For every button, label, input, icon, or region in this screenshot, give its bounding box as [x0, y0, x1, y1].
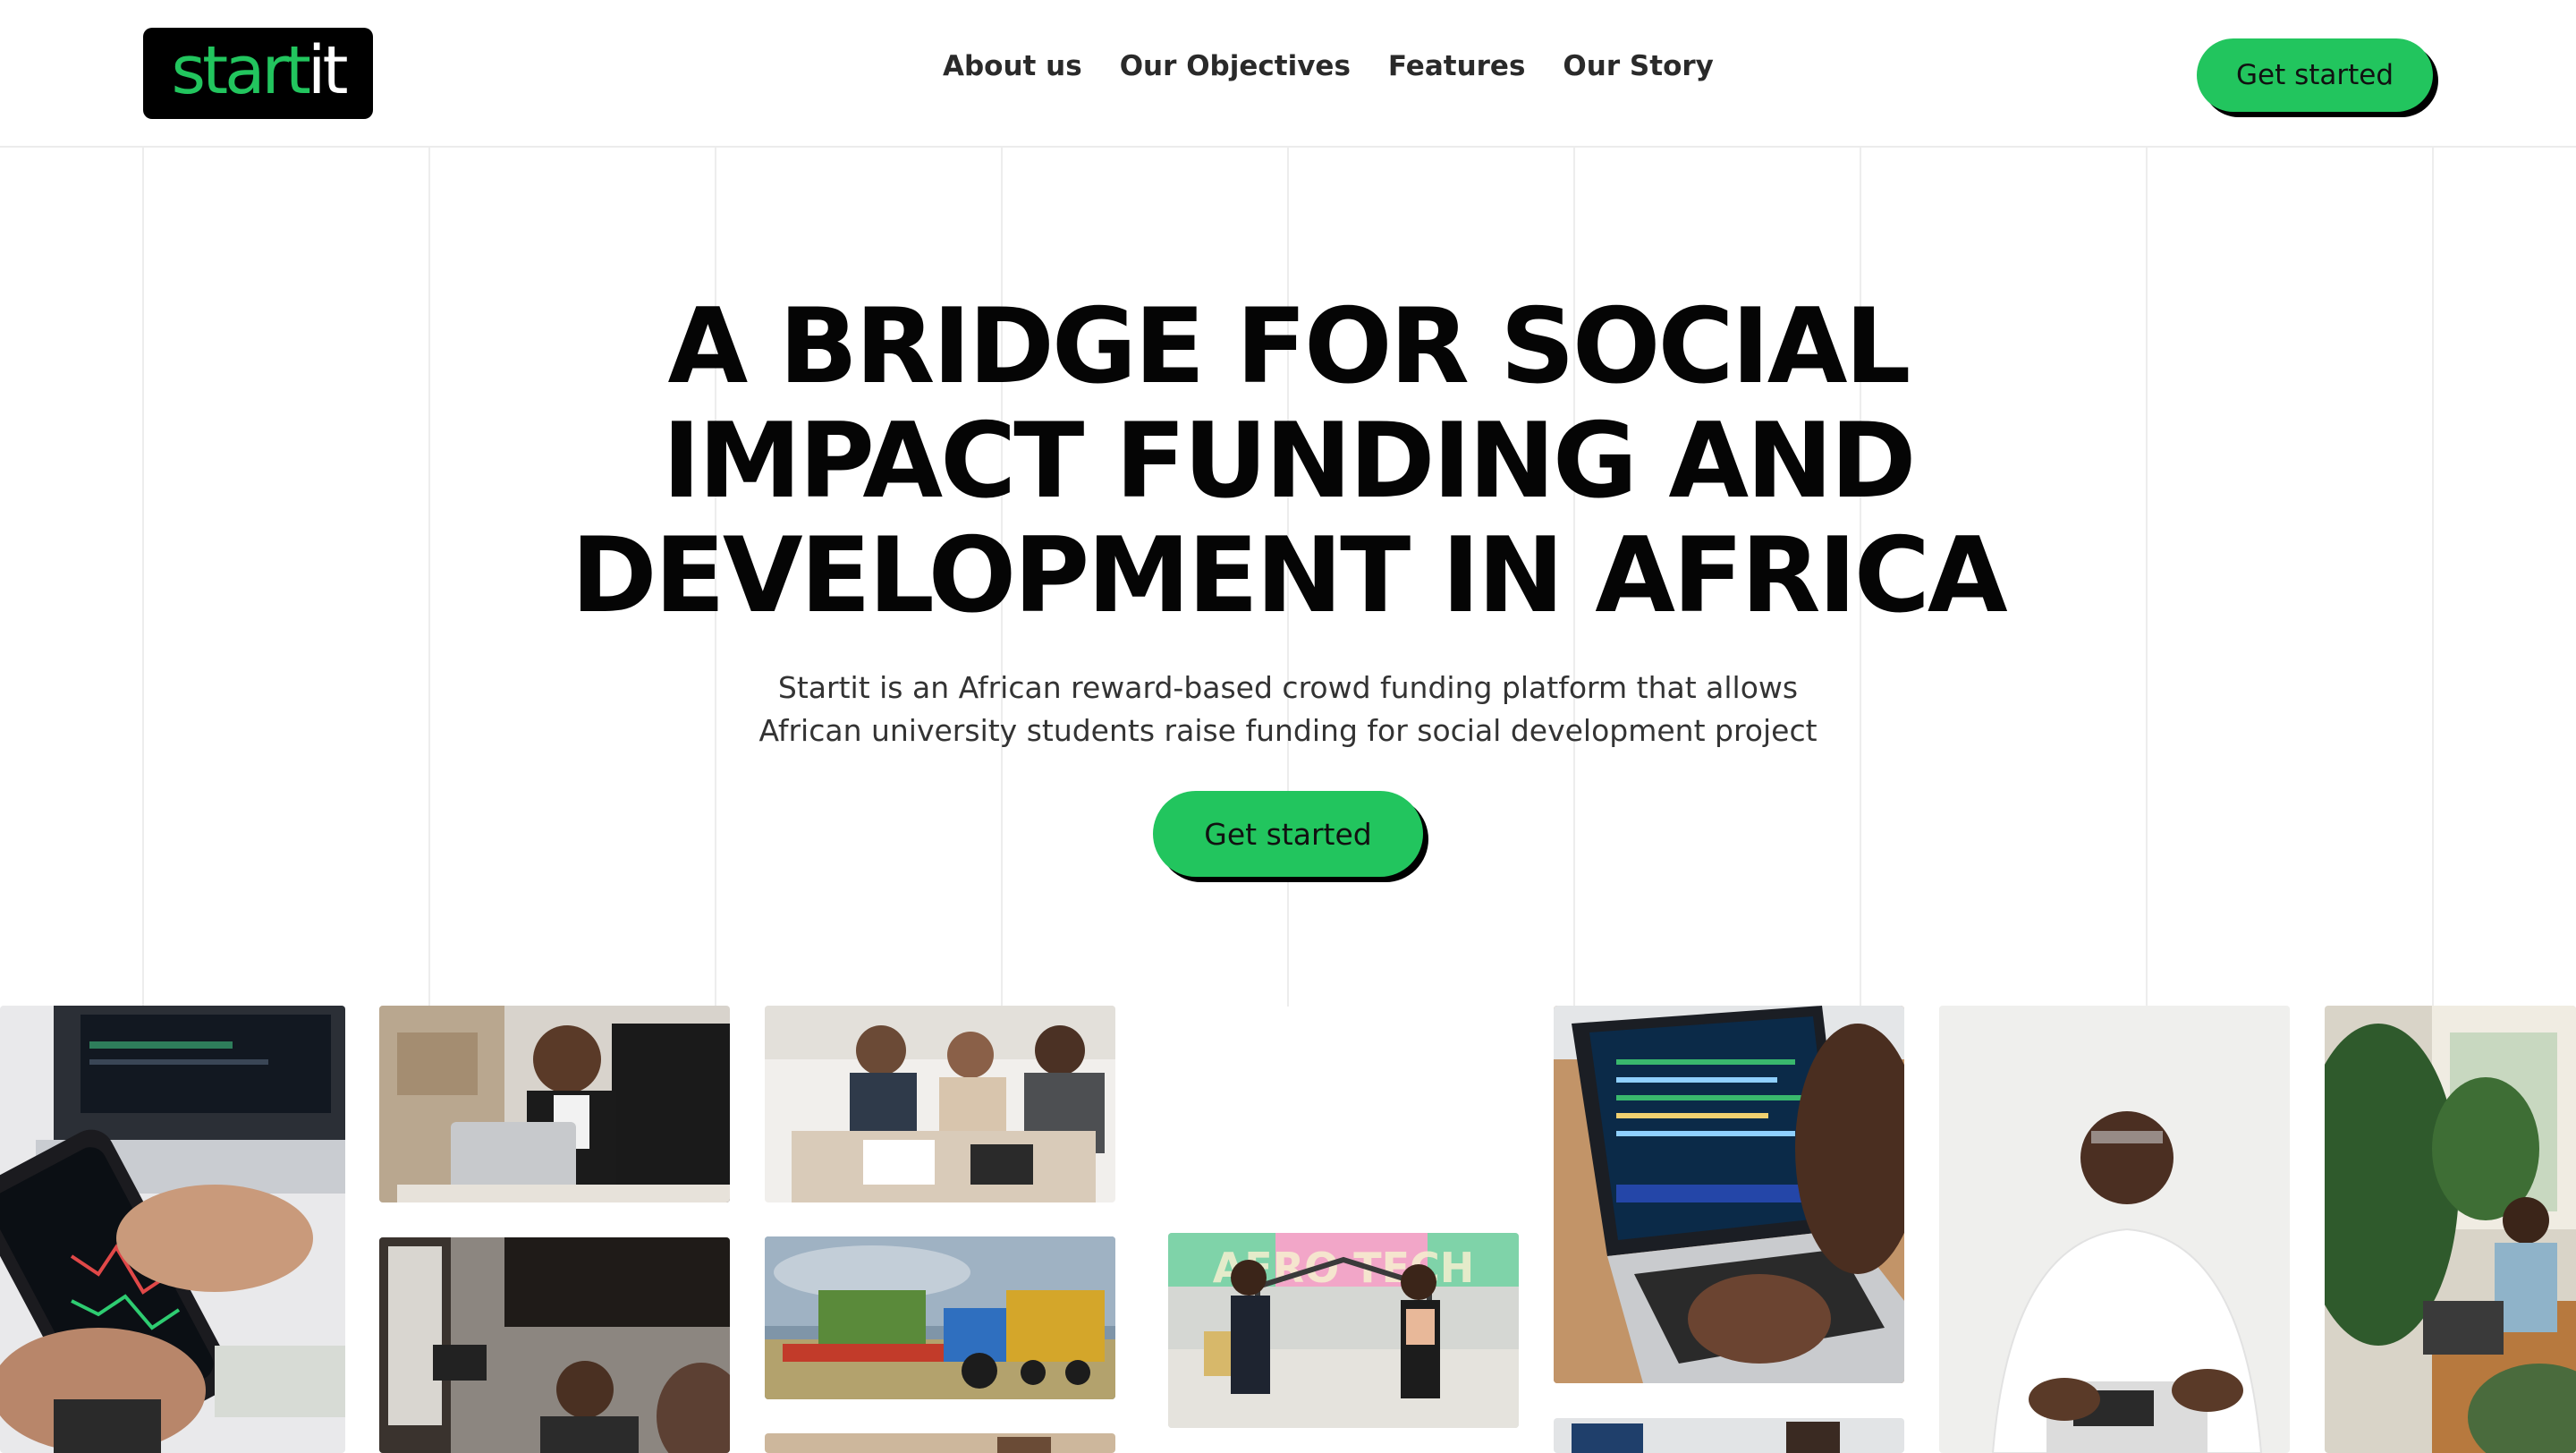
photo-laptop-data [1554, 1006, 1904, 1383]
header-get-started-button[interactable]: Get started [2197, 38, 2433, 112]
nav-link-about-us[interactable]: About us [943, 50, 1082, 82]
startit-logo[interactable]: startit [143, 28, 373, 119]
photo-afro-tech-event: AFRO TECH [1168, 1233, 1519, 1428]
hero-title-line: IMPACT FUNDING AND [662, 401, 1916, 522]
hero-title: A BRIDGE FOR SOCIAL IMPACT FUNDING AND D… [429, 290, 2147, 633]
photo-man-office [379, 1237, 730, 1453]
hero-title-line: DEVELOPMENT IN AFRICA [571, 515, 2007, 636]
main-nav: About us Our Objectives Features Our Sto… [943, 50, 1714, 82]
photo-man-calculator [1939, 1006, 2290, 1453]
nav-link-features[interactable]: Features [1388, 50, 1526, 82]
photo-man-laptop-plants [2325, 1006, 2576, 1453]
photo-harvester-field [765, 1236, 1115, 1399]
photo-woman-phone-laptop [379, 1006, 730, 1202]
nav-link-our-objectives[interactable]: Our Objectives [1120, 50, 1351, 82]
hero-title-line: A BRIDGE FOR SOCIAL [667, 286, 1911, 407]
logo-wordmark: startit [171, 32, 349, 109]
photo-team-meeting [765, 1006, 1115, 1202]
hero-subtitle-line: Startit is an African reward-based crowd… [777, 670, 1799, 705]
photo-partial [765, 1433, 1115, 1453]
photo-phone-trading [0, 1006, 345, 1453]
hero-get-started-button[interactable]: Get started [1153, 791, 1423, 877]
hero-subtitle-line: African university students raise fundin… [758, 713, 1818, 748]
nav-link-our-story[interactable]: Our Story [1563, 50, 1713, 82]
site-header: startit About us Our Objectives Features… [0, 0, 2576, 148]
photo-partial [1554, 1418, 1904, 1453]
grid-line [142, 148, 144, 1007]
hero-subtitle: Startit is an African reward-based crowd… [680, 667, 1896, 752]
grid-line [2432, 148, 2434, 1007]
